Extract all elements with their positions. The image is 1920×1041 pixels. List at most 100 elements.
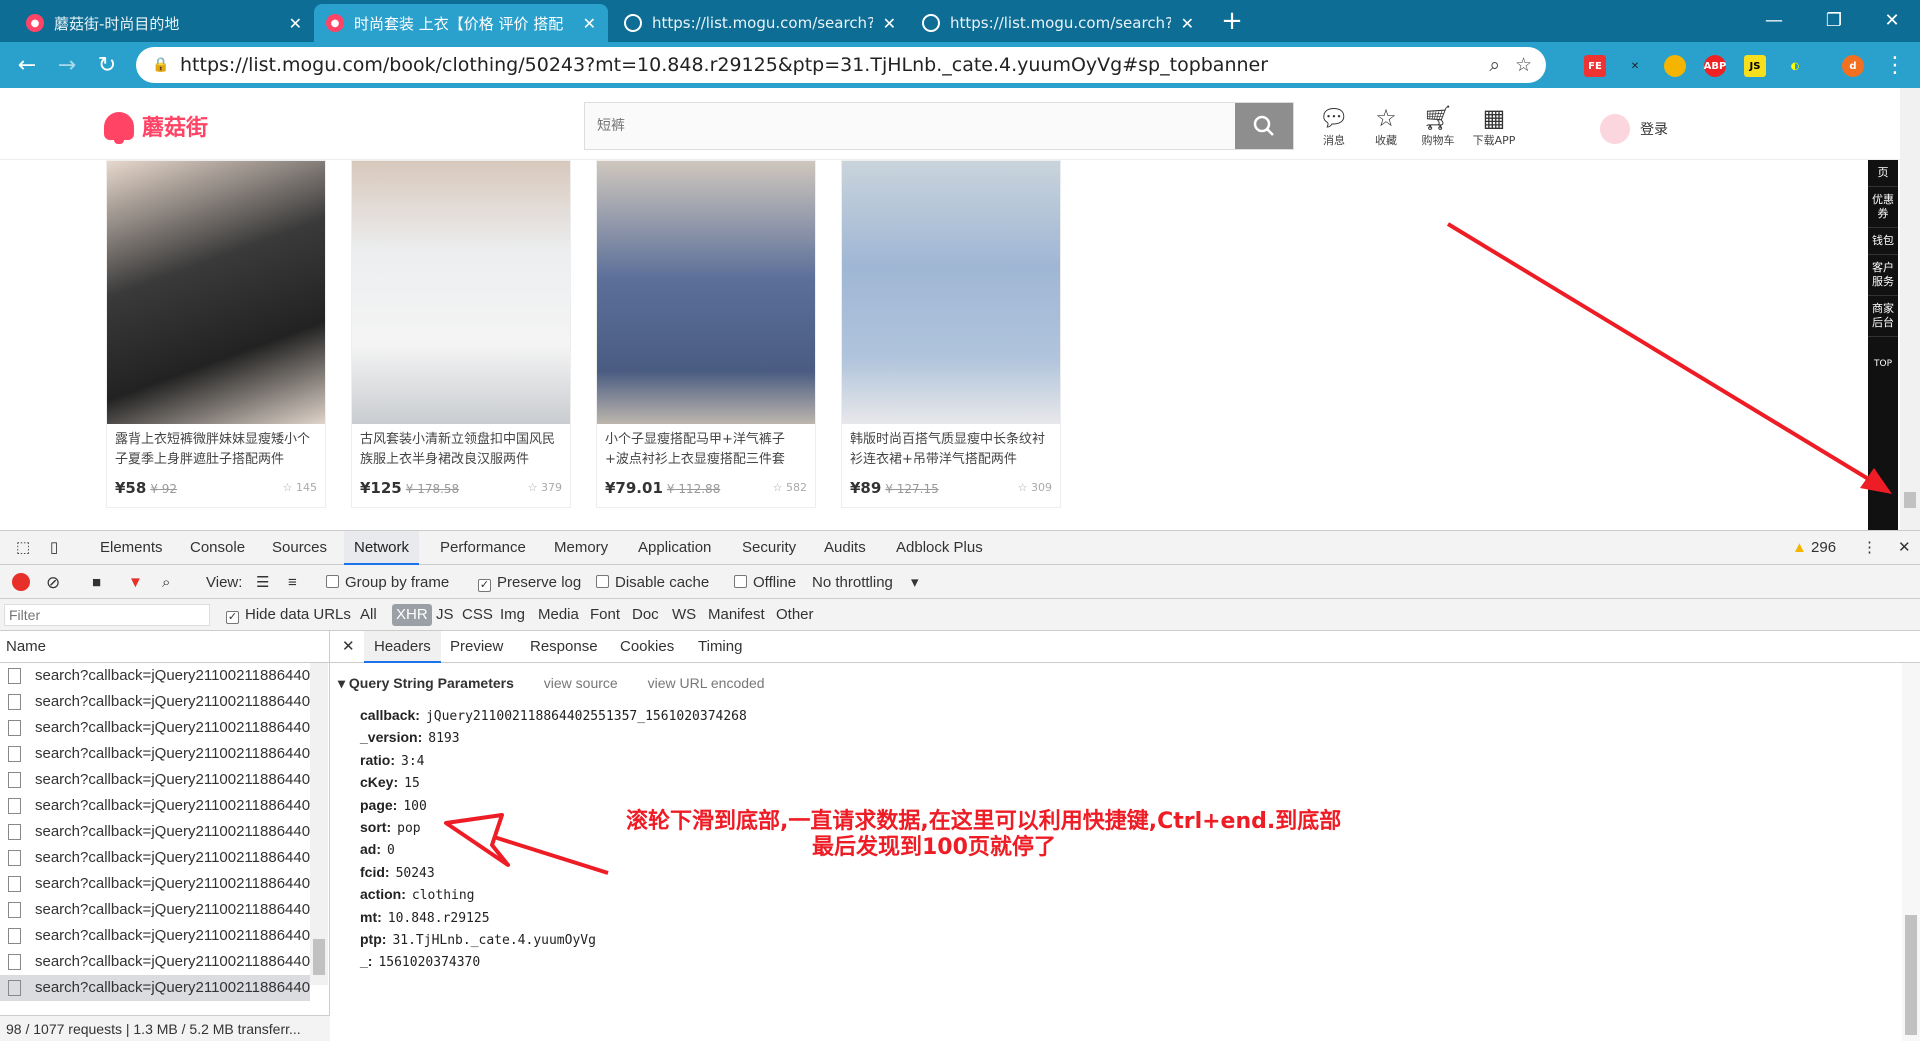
back-arrow-icon[interactable]: ← [12,50,42,80]
tab-adblock-plus[interactable]: Adblock Plus [886,531,993,565]
filter-ws[interactable]: WS [668,604,700,626]
query-param: cKey: 15 [360,774,420,791]
request-row[interactable]: search?callback=jQuery21100211886440​2. [0,715,310,741]
offline-checkbox[interactable]: Offline [734,572,796,594]
browser-tab[interactable]: https://list.mogu.com/search? ✕ [612,4,908,42]
zoom-icon[interactable]: ⌕ [1489,54,1500,76]
bookmark-star-icon[interactable]: ☆ [1515,54,1532,76]
tab-application[interactable]: Application [628,531,721,565]
bulb-extension-icon[interactable]: ◐ [1784,55,1806,77]
browser-tab[interactable]: https://list.mogu.com/search? ✕ [910,4,1206,42]
filter-img[interactable]: Img [496,604,529,626]
close-detail-icon[interactable]: ✕ [332,631,365,663]
filter-font[interactable]: Font [586,604,624,626]
tab-timing[interactable]: Timing [688,631,752,663]
tab-audits[interactable]: Audits [814,531,876,565]
filter-css[interactable]: CSS [458,604,497,626]
filter-other[interactable]: Other [772,604,818,626]
filter-js[interactable]: JS [432,604,458,626]
scrollbar-thumb[interactable] [1905,915,1917,1035]
new-tab-button[interactable]: + [1216,6,1248,36]
filter-xhr[interactable]: XHR [392,604,432,626]
browser-tab[interactable]: ● 蘑菇街-时尚目的地 ✕ [14,4,314,42]
request-row[interactable]: search?callback=jQuery21100211886440​2. [0,767,310,793]
request-row[interactable]: search?callback=jQuery21100211886440​2. [0,949,310,975]
group-by-frame-checkbox[interactable]: Group by frame [326,572,449,594]
forward-arrow-icon[interactable]: → [52,50,82,80]
window-close-icon[interactable]: ✕ [1864,0,1920,40]
clear-icon[interactable]: ⊘ [46,572,60,594]
filter-media[interactable]: Media [534,604,583,626]
menu-kebab-icon[interactable]: ⋮ [1880,50,1910,80]
request-row[interactable]: search?callback=jQuery21100211886440​2. [0,923,310,949]
tab-headers[interactable]: Headers [364,631,441,663]
inspect-element-icon[interactable]: ⬚ [6,531,40,565]
devtools-close-icon[interactable]: ✕ [1888,531,1920,565]
detail-scrollbar[interactable] [1902,663,1920,1041]
large-rows-icon[interactable]: ☰ [256,572,269,594]
maximize-icon[interactable]: ❐ [1806,0,1862,40]
tab-security[interactable]: Security [732,531,806,565]
device-toolbar-icon[interactable]: ▯ [40,531,68,565]
tab-console[interactable]: Console [180,531,255,565]
view-url-encoded-link[interactable]: view URL encoded [648,675,765,691]
tab-preview[interactable]: Preview [440,631,513,663]
name-column-header[interactable]: Name [0,631,329,663]
filter-all[interactable]: All [356,604,381,626]
screenshot-camera-icon[interactable]: ■ [92,572,101,594]
adblock-extension-icon[interactable]: ABP [1704,55,1726,77]
x-extension-icon[interactable]: ✕ [1624,55,1646,77]
request-row[interactable]: search?callback=jQuery21100211886440​2. [0,819,310,845]
filter-input[interactable] [4,604,210,626]
tab-cookies[interactable]: Cookies [610,631,684,663]
preserve-log-checkbox[interactable]: ✓ Preserve log [478,572,581,594]
filter-manifest[interactable]: Manifest [704,604,769,626]
query-param: page: 100 [360,797,427,814]
tab-sources[interactable]: Sources [262,531,337,565]
request-row[interactable]: search?callback=jQuery21100211886440​2. [0,741,310,767]
close-icon[interactable]: ✕ [883,14,896,33]
request-row[interactable]: search?callback=jQuery21100211886440​2. [0,663,310,689]
tab-response[interactable]: Response [520,631,608,663]
close-icon[interactable]: ✕ [583,14,596,33]
request-row[interactable]: search?callback=jQuery21100211886440​2. [0,793,310,819]
minimize-icon[interactable]: — [1746,0,1802,40]
profile-avatar[interactable]: d [1842,55,1864,77]
waterfall-icon[interactable]: ≡ [288,572,297,594]
fe-extension-icon[interactable]: FE [1584,55,1606,77]
record-icon[interactable] [12,573,30,591]
request-rows: search?callback=jQuery21100211886440​2. s… [0,663,310,1003]
param-key: ptp: [360,931,387,947]
request-list-scrollbar[interactable] [310,663,328,985]
address-bar[interactable]: 🔒 https://list.mogu.com/book/clothing/50… [136,47,1546,83]
js-extension-icon[interactable]: JS [1744,55,1766,77]
throttling-select[interactable]: No throttling ▾ [812,572,919,594]
filter-funnel-icon[interactable]: ▼ [128,572,143,594]
tab-memory[interactable]: Memory [544,531,618,565]
filter-doc[interactable]: Doc [628,604,663,626]
request-name: search?callback=jQuery21100211886440​2. [35,901,310,918]
view-source-link[interactable]: view source [544,675,618,691]
query-string-section-header[interactable]: ▾ Query String Parameters view source vi… [338,675,765,692]
tab-performance[interactable]: Performance [430,531,536,565]
hide-data-urls-checkbox[interactable]: ✓ Hide data URLs [226,604,351,626]
request-row[interactable]: search?callback=jQuery21100211886440​2. [0,689,310,715]
request-row[interactable]: search?callback=jQuery21100211886440​2. [0,845,310,871]
reload-icon[interactable]: ↻ [92,50,122,80]
search-icon[interactable]: ⌕ [162,572,170,594]
scrollbar-thumb[interactable] [313,939,325,975]
tab-network[interactable]: Network [344,531,420,565]
param-value: 50243 [395,865,435,881]
warning-badge[interactable]: ▲ 296 [1782,531,1846,565]
request-row[interactable]: search?callback=jQuery21100211886440​2. [0,975,310,1001]
request-row[interactable]: search?callback=jQuery21100211886440​2. [0,871,310,897]
param-key: mt: [360,908,382,925]
browser-tab-active[interactable]: ● 时尚套装 上衣【价格 评价 搭配 ✕ [314,4,608,42]
close-icon[interactable]: ✕ [1181,14,1194,33]
request-row[interactable]: search?callback=jQuery21100211886440​2. [0,897,310,923]
devtools-menu-icon[interactable]: ⋮ [1852,531,1887,565]
disable-cache-checkbox[interactable]: Disable cache [596,572,709,594]
tab-elements[interactable]: Elements [90,531,173,565]
chrome-extension-icon[interactable] [1664,55,1686,77]
close-icon[interactable]: ✕ [289,14,302,33]
